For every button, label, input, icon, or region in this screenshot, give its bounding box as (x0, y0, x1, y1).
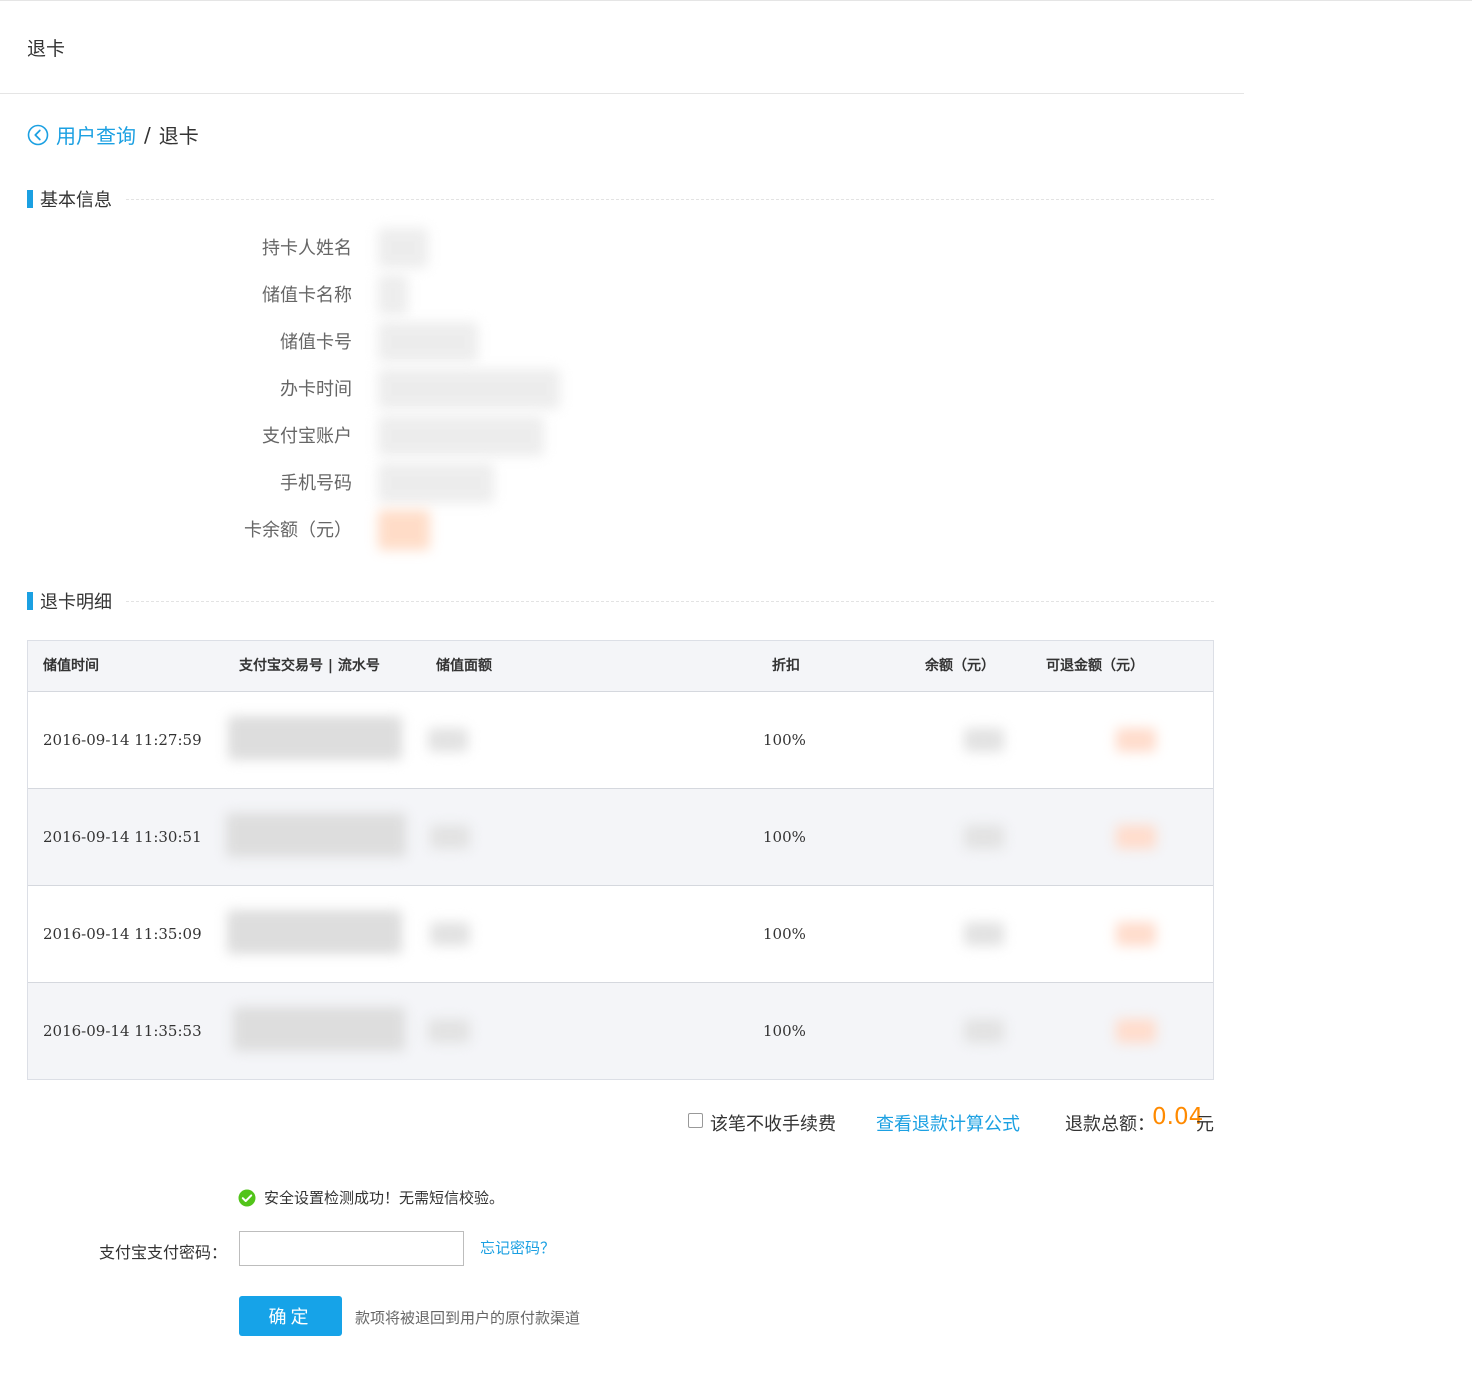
section-title: 基本信息 (40, 190, 112, 211)
section-basic-info: 基本信息 (27, 188, 1214, 211)
info-row-issue-time: 办卡时间 (0, 369, 700, 409)
cell-trade-no-redacted (228, 716, 402, 760)
info-value-redacted (378, 416, 544, 456)
cell-trade-no-redacted (233, 1007, 405, 1051)
cell-amount-redacted (428, 728, 468, 752)
column-header: 储值时间 (43, 658, 99, 674)
page-title: 退卡 (27, 38, 66, 60)
success-check-icon (238, 1189, 256, 1207)
cell-refundable-redacted (1116, 728, 1156, 752)
info-value-redacted (378, 369, 560, 409)
info-label: 储值卡名称 (262, 285, 352, 306)
refund-channel-note: 款项将被退回到用户的原付款渠道 (355, 1309, 581, 1327)
info-value-redacted (378, 463, 494, 503)
section-marker (27, 592, 33, 610)
top-border (0, 0, 1472, 1)
info-value-redacted (378, 275, 408, 315)
table-row: 2016-09-14 11:35:09 100% (28, 885, 1213, 982)
info-row-card-name: 储值卡名称 (0, 275, 700, 315)
cell-amount-redacted (430, 922, 470, 946)
info-label: 储值卡号 (280, 332, 352, 353)
info-row-alipay-account: 支付宝账户 (0, 416, 700, 456)
cell-balance-redacted (964, 1019, 1004, 1043)
password-label: 支付宝支付密码： (99, 1243, 228, 1262)
breadcrumb: 用户查询 / 退卡 (27, 120, 199, 149)
info-label: 支付宝账户 (262, 426, 352, 447)
cell-balance-redacted (964, 922, 1004, 946)
info-label: 持卡人姓名 (262, 238, 352, 259)
cell-time: 2016-09-14 11:30:51 (43, 828, 202, 846)
section-title: 退卡明细 (40, 592, 112, 613)
section-divider (126, 600, 1214, 602)
section-divider (126, 198, 1214, 200)
cell-balance-redacted (964, 825, 1004, 849)
section-marker (27, 190, 33, 208)
security-message-text: 安全设置检测成功！无需短信校验。 (264, 1189, 505, 1207)
cell-discount: 100% (763, 828, 806, 846)
info-value-redacted (378, 322, 478, 362)
alipay-password-input[interactable] (239, 1231, 464, 1266)
table-row: 2016-09-14 11:27:59 100% (28, 692, 1213, 788)
column-header: 可退金额（元） (1046, 658, 1144, 674)
cell-refundable-redacted (1116, 1019, 1156, 1043)
table-row: 2016-09-14 11:30:51 100% (28, 788, 1213, 885)
confirm-button[interactable]: 确定 (239, 1296, 342, 1336)
info-row-cardholder-name: 持卡人姓名 (0, 228, 700, 268)
refund-detail-table: 储值时间 支付宝交易号 | 流水号 储值面额 折扣 余额（元） 可退金额（元） … (27, 640, 1214, 1080)
view-formula-link[interactable]: 查看退款计算公式 (876, 1110, 1020, 1136)
info-row-card-balance: 卡余额（元） (0, 510, 700, 550)
security-check-message: 安全设置检测成功！无需短信校验。 (238, 1187, 504, 1208)
info-value-redacted (378, 510, 430, 550)
table-row: 2016-09-14 11:35:53 100% (28, 982, 1213, 1079)
cell-time: 2016-09-14 11:35:53 (43, 1022, 202, 1040)
refund-total-unit: 元 (1196, 1114, 1214, 1135)
title-divider (0, 93, 1244, 94)
section-refund-detail: 退卡明细 (27, 590, 1214, 613)
refund-total-label: 退款总额： (1065, 1114, 1155, 1135)
breadcrumb-link-user-query[interactable]: 用户查询 (56, 120, 136, 149)
refund-summary: 该笔不收手续费 查看退款计算公式 退款总额： 0.04 元 (0, 1104, 1216, 1138)
no-fee-checkbox[interactable] (688, 1113, 703, 1128)
cell-refundable-redacted (1116, 825, 1156, 849)
breadcrumb-separator: / (144, 122, 151, 147)
column-header: 折扣 (772, 658, 800, 674)
cell-discount: 100% (763, 1022, 806, 1040)
cell-discount: 100% (763, 731, 806, 749)
breadcrumb-current: 退卡 (158, 124, 199, 148)
cell-discount: 100% (763, 925, 806, 943)
cell-time: 2016-09-14 11:35:09 (43, 925, 202, 943)
cell-trade-no-redacted (226, 813, 406, 857)
info-row-card-number: 储值卡号 (0, 322, 700, 362)
no-fee-label[interactable]: 该笔不收手续费 (710, 1110, 836, 1136)
cell-trade-no-redacted (227, 910, 402, 954)
cell-balance-redacted (964, 728, 1004, 752)
info-label: 卡余额（元） (244, 520, 352, 541)
info-value-redacted (378, 228, 428, 268)
table-header: 储值时间 支付宝交易号 | 流水号 储值面额 折扣 余额（元） 可退金额（元） (28, 641, 1213, 692)
column-header: 余额（元） (925, 658, 995, 674)
cell-amount-redacted (430, 825, 470, 849)
info-label: 办卡时间 (280, 379, 352, 400)
forgot-password-link[interactable]: 忘记密码？ (480, 1237, 555, 1258)
cell-amount-redacted (428, 1019, 470, 1043)
info-row-phone: 手机号码 (0, 463, 700, 503)
back-circle-icon[interactable] (27, 124, 49, 146)
info-label: 手机号码 (280, 473, 352, 494)
cell-time: 2016-09-14 11:27:59 (43, 731, 202, 749)
cell-refundable-redacted (1116, 922, 1156, 946)
column-header: 储值面额 (436, 658, 492, 674)
column-header: 支付宝交易号 | 流水号 (239, 658, 380, 674)
